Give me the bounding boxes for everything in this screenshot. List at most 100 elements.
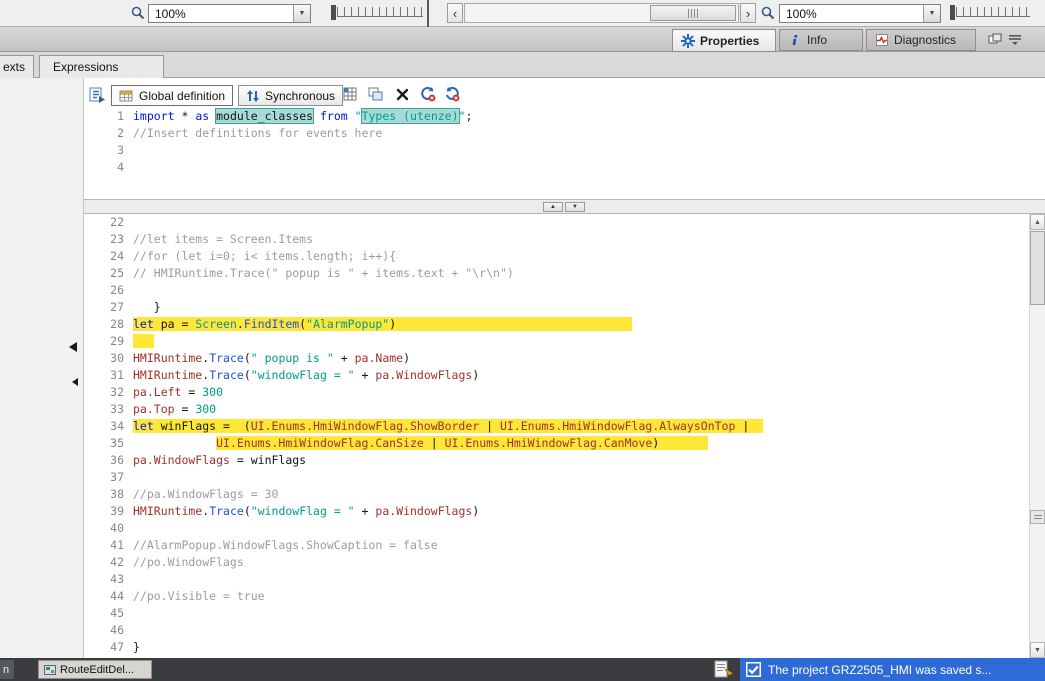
line-number: 47: [84, 639, 130, 656]
code-line: 32pa.Left = 300: [84, 384, 1029, 401]
properties-icon: [681, 34, 695, 48]
line-number: 46: [84, 622, 130, 639]
scroll-right-button[interactable]: ›: [740, 3, 756, 23]
tab-label: Info: [807, 33, 827, 47]
splitter-up-button[interactable]: ▲: [543, 202, 563, 212]
line-number: 22: [84, 214, 130, 231]
scroll-up-button[interactable]: ▲: [1030, 214, 1045, 230]
delete-icon[interactable]: [396, 88, 409, 101]
code-pane-bottom[interactable]: 2223//let items = Screen.Items24//for (l…: [84, 214, 1029, 658]
vertical-scrollbar[interactable]: ▲ ▼: [1029, 214, 1045, 658]
code-line: 31HMIRuntime.Trace("windowFlag = " + pa.…: [84, 367, 1029, 384]
collapse-arrow-icon[interactable]: [72, 378, 78, 386]
status-message-bar[interactable]: The project GRZ2505_HMI was saved s...: [740, 658, 1045, 681]
zoom-value: 100%: [780, 7, 817, 21]
code-line: 41//AlarmPopup.WindowFlags.ShowCaption =…: [84, 537, 1029, 554]
status-bar: n RouteEditDel... The project GRZ2505_HM…: [0, 658, 1045, 681]
line-number: 27: [84, 299, 130, 316]
zoom-select-left[interactable]: 100% ▼: [148, 4, 311, 23]
line-number: 31: [84, 367, 130, 384]
scrollbar-thumb[interactable]: [1030, 231, 1045, 305]
top-toolbar: 100% ▼ ‹ › 100% ▼: [0, 0, 1045, 27]
line-number: 40: [84, 520, 130, 537]
scroll-left-button[interactable]: ‹: [447, 3, 463, 23]
scrollbar-thumb[interactable]: [650, 5, 736, 21]
undo-error-icon[interactable]: [419, 86, 437, 102]
synchronous-button[interactable]: Synchronous: [238, 85, 343, 106]
code-line: 3: [84, 142, 1029, 159]
line-number: 24: [84, 248, 130, 265]
zoom-select-right[interactable]: 100% ▼: [779, 4, 941, 23]
code-line: 26: [84, 282, 1029, 299]
line-number: 4: [84, 159, 130, 176]
code-line: 23//let items = Screen.Items: [84, 231, 1029, 248]
line-number: 39: [84, 503, 130, 520]
scrollbar-grip[interactable]: [1030, 510, 1045, 524]
tab-label: Properties: [700, 34, 759, 48]
pane-splitter[interactable]: ▲ ▼: [84, 199, 1045, 214]
taskbar-item-route-edit[interactable]: RouteEditDel...: [38, 660, 152, 679]
document-icon[interactable]: [712, 660, 736, 679]
line-number: 2: [84, 125, 130, 142]
line-number: 3: [84, 142, 130, 159]
code-line: 30HMIRuntime.Trace(" popup is " + pa.Nam…: [84, 350, 1029, 367]
taskbar-item-partial[interactable]: n: [0, 660, 14, 679]
synchronous-icon: [246, 89, 260, 103]
snippets-icon[interactable]: [343, 87, 357, 101]
tab-properties[interactable]: Properties: [672, 29, 776, 52]
line-number: 45: [84, 605, 130, 622]
chevron-down-icon[interactable]: ▼: [293, 5, 310, 22]
slider-thumb[interactable]: [950, 5, 955, 20]
check-icon: [746, 662, 761, 677]
zoom-icon: [760, 5, 776, 21]
app-window: 100% ▼ ‹ › 100% ▼: [0, 0, 1045, 681]
taskbar-item-label: RouteEditDel...: [60, 664, 134, 676]
chevron-down-icon[interactable]: ▼: [923, 5, 940, 22]
code-line: 1import * as module_classes from "Types …: [84, 108, 1029, 125]
windows-icon[interactable]: [368, 87, 383, 101]
code-line: 37: [84, 469, 1029, 486]
pane-menu-icon[interactable]: [1008, 33, 1022, 45]
global-definition-button[interactable]: Global definition: [111, 85, 233, 106]
code-line: 2//Insert definitions for events here: [84, 125, 1029, 142]
horizontal-scrollbar[interactable]: [464, 3, 739, 23]
slider-ticks: [337, 7, 423, 17]
code-line: 35 UI.Enums.HmiWindowFlag.CanSize | UI.E…: [84, 435, 1029, 452]
zoom-icon: [130, 5, 146, 21]
code-line: 24//for (let i=0; i< items.length; i++){: [84, 248, 1029, 265]
redo-error-icon[interactable]: [443, 86, 461, 102]
button-label: Synchronous: [265, 89, 335, 103]
line-number: 36: [84, 452, 130, 469]
scroll-down-button[interactable]: ▼: [1030, 642, 1045, 658]
tab-expressions[interactable]: Expressions: [39, 55, 164, 78]
code-line: 27 }: [84, 299, 1029, 316]
code-pane-top[interactable]: 1import * as module_classes from "Types …: [84, 108, 1029, 199]
line-number: 32: [84, 384, 130, 401]
collapse-arrow-icon[interactable]: [69, 342, 77, 352]
tab-texts[interactable]: exts: [0, 55, 34, 78]
code-line: 42//po.WindowFlags: [84, 554, 1029, 571]
line-number: 1: [84, 108, 130, 125]
code-line: 4: [84, 159, 1029, 176]
slider-ticks: [956, 7, 1030, 17]
line-number: 34: [84, 418, 130, 435]
line-number: 33: [84, 401, 130, 418]
button-label: Global definition: [139, 89, 225, 103]
line-number: 23: [84, 231, 130, 248]
zoom-slider-left[interactable]: [329, 3, 425, 24]
tab-label: exts: [3, 60, 25, 74]
tab-diagnostics[interactable]: Diagnostics: [866, 29, 976, 51]
splitter-down-button[interactable]: ▼: [565, 202, 585, 212]
zoom-slider-right[interactable]: [948, 3, 1032, 24]
line-number: 42: [84, 554, 130, 571]
code-line: 46: [84, 622, 1029, 639]
slider-thumb[interactable]: [331, 5, 336, 20]
code-line: 44//po.Visible = true: [84, 588, 1029, 605]
code-line: 25// HMIRuntime.Trace(" popup is " + ite…: [84, 265, 1029, 282]
tab-info[interactable]: Info: [779, 29, 863, 51]
line-number: 41: [84, 537, 130, 554]
script-definitions-icon[interactable]: [89, 86, 106, 103]
code-line: 47}: [84, 639, 1029, 656]
float-pane-icon[interactable]: [988, 33, 1002, 45]
line-number: 28: [84, 316, 130, 333]
